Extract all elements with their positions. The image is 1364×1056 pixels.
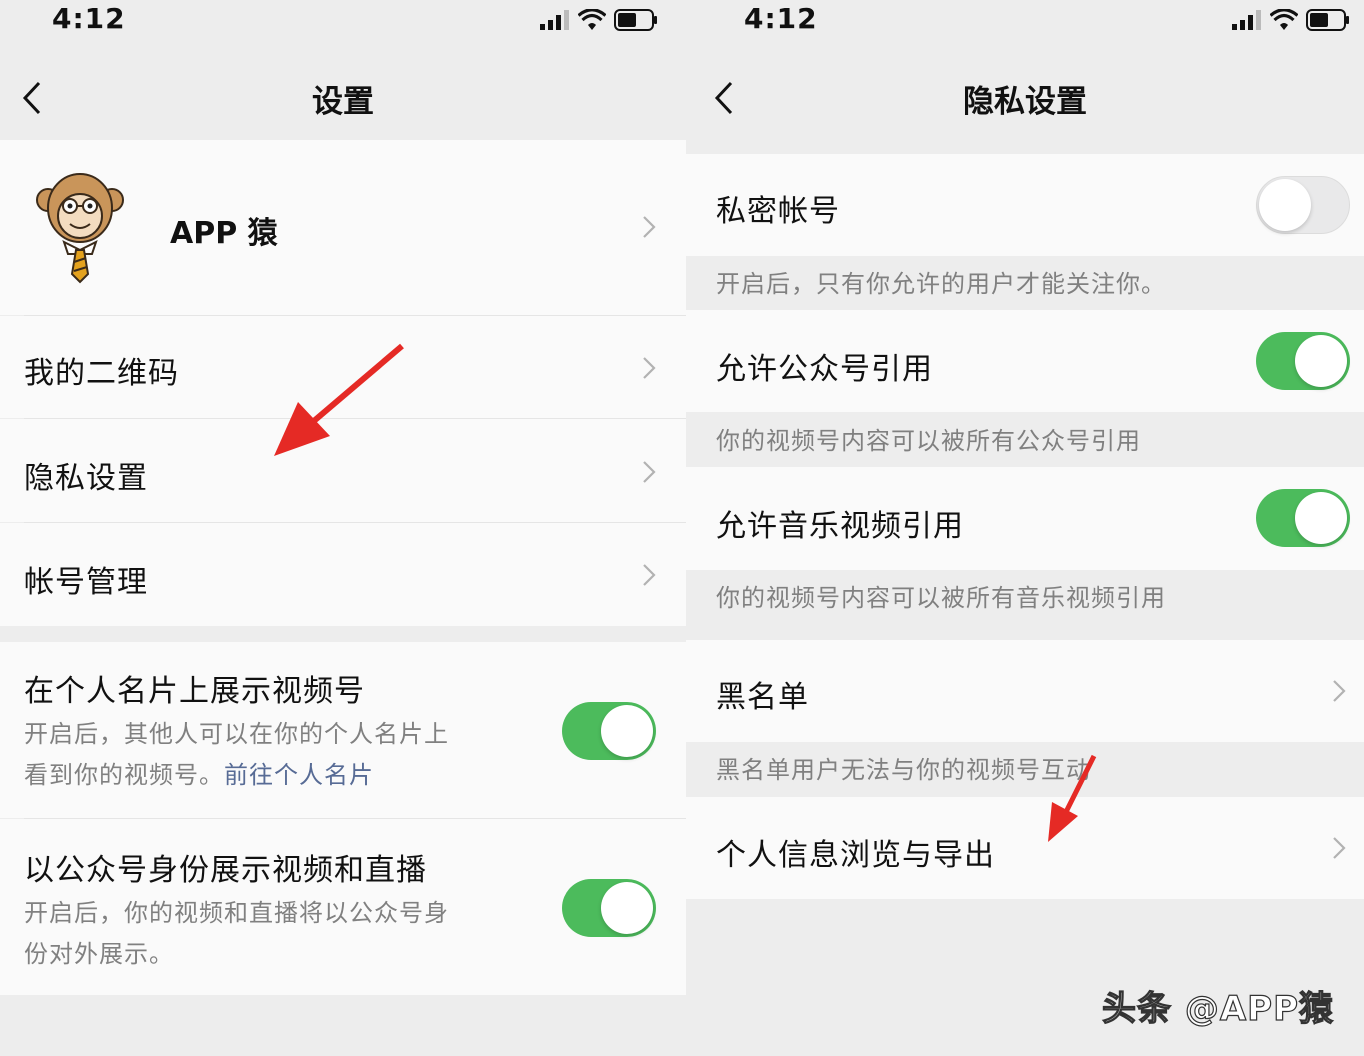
menu-item-label: 隐私设置 [24,461,148,496]
privacy-settings-screen: 4:12 隐私设置 私密帐号 开启后，只有你允许的用户才能关注你。 允许公众号引… [686,0,1364,1056]
allow-official-account-description: 你的视频号内容可以被所有公众号引用 [716,427,1141,455]
official-account-toggle[interactable] [562,879,656,937]
status-icons [1232,8,1350,32]
watermark: 头条 @APP猿 [1101,988,1334,1029]
toggle-label: 私密帐号 [716,194,840,229]
red-arrow-annotation [1048,754,1097,842]
nav-bar: 设置 [0,58,686,138]
profile-row[interactable]: APP 猿 [0,140,686,315]
signal-icon [1232,10,1261,30]
toggle-description: 开启后，你的视频和直播将以公众号身 份对外展示。 [24,893,449,975]
status-bar: 4:12 [0,0,686,40]
monkey-avatar-icon [36,173,124,284]
status-time: 4:12 [52,2,126,35]
description-line: 份对外展示。 [24,940,174,968]
show-on-card-toggle[interactable] [562,702,656,760]
toggle-knob [1259,179,1311,231]
battery-icon [1306,9,1349,31]
wifi-icon [1270,9,1298,30]
blacklist-label: 黑名单 [716,680,809,715]
toggle-label: 允许公众号引用 [716,352,933,387]
description-line: 开启后，你的视频和直播将以公众号身 [24,899,449,927]
profile-card-link[interactable]: 前往个人名片 [224,761,374,789]
chevron-right-icon [642,215,656,239]
status-icons [540,8,658,32]
status-bar: 4:12 [686,0,1364,40]
avatar [34,170,126,284]
toggle-row-allow-official-account: 允许公众号引用 [686,310,1364,412]
profile-name: APP 猿 [170,216,278,251]
personal-info-export-label: 个人信息浏览与导出 [716,838,995,873]
chevron-right-icon [642,460,656,484]
private-account-description: 开启后，只有你允许的用户才能关注你。 [716,270,1166,298]
menu-item-label: 我的二维码 [24,356,179,391]
personal-info-export-row[interactable]: 个人信息浏览与导出 [686,797,1364,899]
page-title: 隐私设置 [963,84,1087,120]
chevron-right-icon [1332,836,1346,860]
toggle-row-allow-music-video: 允许音乐视频引用 [686,467,1364,570]
toggle-label: 以公众号身份展示视频和直播 [24,853,427,888]
private-account-toggle[interactable] [1256,176,1350,234]
toggle-description: 开启后，其他人可以在你的个人名片上 看到你的视频号。前往个人名片 [24,714,449,796]
settings-screen: 4:12 设置 APP 猿 我的二维码 隐私设置 帐号管理 在个人名片上展示视频… [0,0,686,1056]
chevron-right-icon [1332,679,1346,703]
toggle-knob [1295,335,1347,387]
toggle-label: 允许音乐视频引用 [716,509,964,544]
chevron-right-icon [642,356,656,380]
wifi-icon [578,9,606,30]
allow-music-video-description: 你的视频号内容可以被所有音乐视频引用 [716,584,1166,612]
allow-music-video-toggle[interactable] [1256,489,1350,547]
allow-official-account-toggle[interactable] [1256,332,1350,390]
blacklist-description: 黑名单用户无法与你的视频号互动 [716,756,1091,784]
description-line: 开启后，其他人可以在你的个人名片上 [24,720,449,748]
signal-icon [540,10,569,30]
toggle-knob [1295,492,1347,544]
status-time: 4:12 [744,2,818,35]
toggle-label: 在个人名片上展示视频号 [24,674,365,709]
red-arrow-annotation [274,343,404,456]
toggle-knob [601,882,653,934]
toggle-row-show-on-card: 在个人名片上展示视频号 开启后，其他人可以在你的个人名片上 看到你的视频号。前往… [0,642,686,818]
nav-bar: 隐私设置 [686,58,1364,138]
toggle-row-private-account: 私密帐号 [686,154,1364,256]
toggle-knob [601,705,653,757]
chevron-right-icon [642,563,656,587]
battery-icon [614,9,657,31]
toggle-row-official-account: 以公众号身份展示视频和直播 开启后，你的视频和直播将以公众号身 份对外展示。 [0,819,686,995]
page-title: 设置 [312,84,374,120]
menu-item-account[interactable]: 帐号管理 [0,523,686,626]
description-line: 看到你的视频号。 [24,761,224,789]
menu-item-label: 帐号管理 [24,565,148,600]
blacklist-row[interactable]: 黑名单 [686,640,1364,742]
